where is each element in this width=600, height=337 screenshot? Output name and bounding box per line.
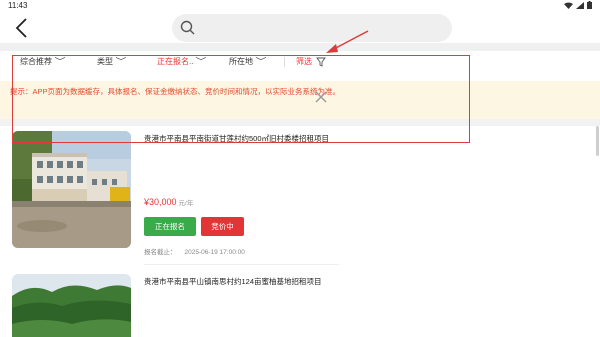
system-icons xyxy=(564,1,592,9)
deadline-value: 2025-06-19 17:00:00 xyxy=(184,249,245,256)
card-divider xyxy=(144,264,339,265)
back-button[interactable] xyxy=(14,18,30,38)
wifi-icon xyxy=(564,2,573,9)
listing-price: ¥30,000 元/年 xyxy=(144,197,193,207)
listing-photo xyxy=(12,274,131,337)
bidding-status-badge[interactable]: 竞价中 xyxy=(201,217,244,236)
listing-card[interactable]: 贵港市平南县平南街道甘莲村约500㎡旧村委楼招租项目 ¥30,000 元/年 正在… xyxy=(0,128,600,265)
top-bar xyxy=(0,12,600,44)
status-time: 11:43 xyxy=(8,1,28,10)
building-photo xyxy=(12,131,131,248)
enroll-status-badge[interactable]: 正在报名 xyxy=(144,217,196,236)
signal-icon xyxy=(576,1,584,9)
orchard-photo xyxy=(12,274,131,337)
price-value: ¥30,000 xyxy=(144,197,177,207)
search-icon xyxy=(180,20,195,35)
listing-card[interactable]: 贵港市平南县平山镇南思村约124亩蜜柚基地招租项目 xyxy=(0,270,600,337)
enroll-deadline: 报名截止： 2025-06-19 17:00:00 xyxy=(144,246,245,256)
price-unit: 元/年 xyxy=(178,200,194,207)
back-arrow-icon xyxy=(15,18,27,38)
scrollbar[interactable] xyxy=(596,126,599,156)
header-divider xyxy=(0,43,600,51)
listing-photo xyxy=(12,131,131,248)
deadline-label: 报名截止： xyxy=(144,249,177,256)
search-input[interactable] xyxy=(172,14,452,42)
status-bar: 11:43 xyxy=(0,0,600,12)
battery-icon xyxy=(587,1,592,9)
annotation-highlight-box xyxy=(12,55,470,143)
listing-title[interactable]: 贵港市平南县平山镇南思村约124亩蜜柚基地招租项目 xyxy=(144,274,340,289)
